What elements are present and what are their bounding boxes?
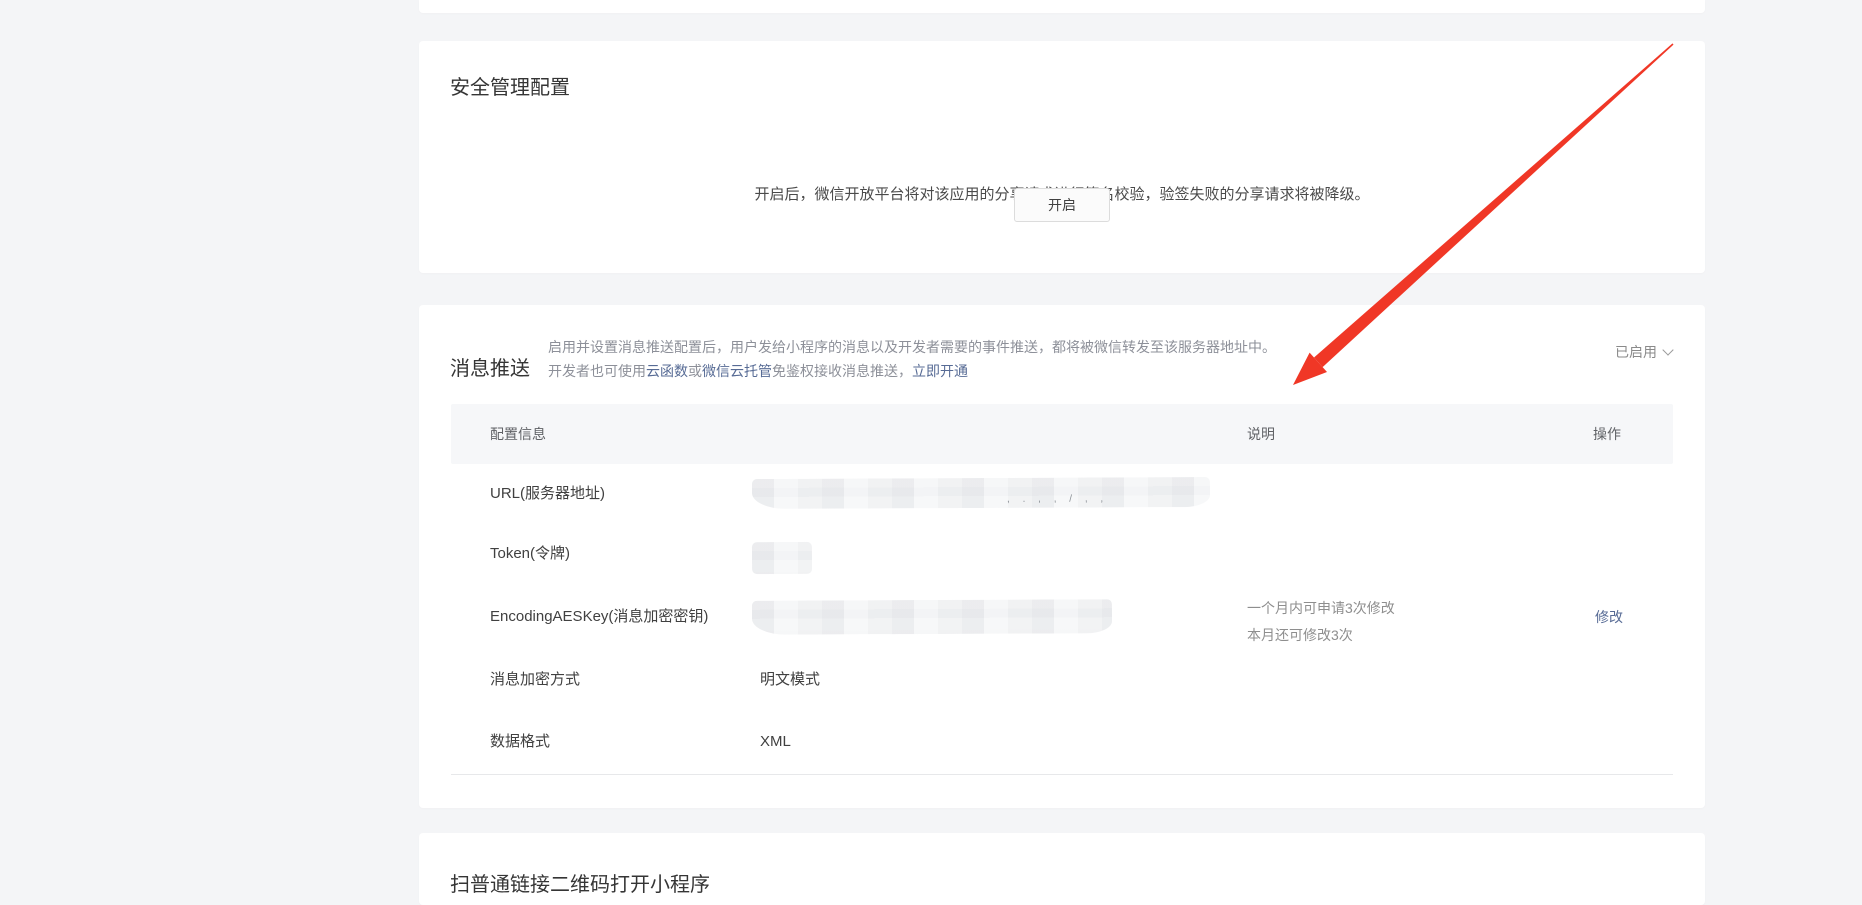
aeskey-redacted-value — [752, 599, 1112, 635]
url-redacted-value: , . , , / , , — [752, 477, 1210, 509]
qr-link-title: 扫普通链接二维码打开小程序 — [450, 871, 710, 899]
push-desc-line1: 启用并设置消息推送配置后，用户发给小程序的消息以及开发者需要的事件推送，都将被微… — [548, 335, 1276, 359]
security-config-card: 安全管理配置 开启后，微信开放平台将对该应用的分享请求进行签名校验，验签失败的分… — [419, 41, 1705, 273]
modify-link[interactable]: 修改 — [1595, 609, 1623, 625]
activate-now-link[interactable]: 立即开通 — [912, 363, 968, 379]
enable-button[interactable]: 开启 — [1014, 188, 1110, 222]
header-note: 说明 — [1247, 424, 1275, 444]
cloud-function-link[interactable]: 云函数 — [646, 363, 688, 379]
data-format-value: XML — [760, 732, 791, 752]
table-header-row: 配置信息 说明 操作 — [451, 404, 1673, 464]
table-bottom-divider — [451, 774, 1673, 775]
message-push-card: 消息推送 启用并设置消息推送配置后，用户发给小程序的消息以及开发者需要的事件推送… — [419, 305, 1705, 808]
aeskey-note-line2: 本月还可修改3次 — [1247, 622, 1395, 649]
push-desc-line1-text: 启用并设置消息推送配置后，用户发给小程序的消息以及开发者需要的事件推送，都将被微… — [548, 339, 1276, 355]
token-redacted-value — [752, 542, 812, 574]
aeskey-note: 一个月内可申请3次修改 本月还可修改3次 — [1247, 595, 1395, 649]
top-card-remnant — [419, 0, 1705, 13]
encryption-mode-value: 明文模式 — [760, 670, 820, 690]
status-dropdown[interactable]: 已启用 — [1615, 342, 1672, 362]
redaction-specks: , . , , / , , — [1007, 493, 1108, 504]
cloud-hosting-link[interactable]: 微信云托管 — [702, 363, 772, 379]
modify-row-container: 修改 — [1595, 607, 1623, 627]
status-label: 已启用 — [1615, 344, 1657, 360]
push-desc-or: 或 — [688, 363, 702, 379]
header-action: 操作 — [1593, 424, 1621, 444]
security-config-title: 安全管理配置 — [450, 74, 570, 102]
message-push-description: 启用并设置消息推送配置后，用户发给小程序的消息以及开发者需要的事件推送，都将被微… — [548, 335, 1276, 383]
data-format-label: 数据格式 — [490, 732, 550, 752]
header-config-info: 配置信息 — [490, 424, 546, 444]
encryption-mode-label: 消息加密方式 — [490, 670, 580, 690]
page: 安全管理配置 开启后，微信开放平台将对该应用的分享请求进行签名校验，验签失败的分… — [0, 0, 1862, 905]
push-desc-line2: 开发者也可使用云函数或微信云托管免鉴权接收消息推送，立即开通 — [548, 359, 1276, 383]
token-label: Token(令牌) — [490, 544, 570, 564]
message-push-title: 消息推送 — [450, 355, 530, 383]
push-desc-line2-prefix: 开发者也可使用 — [548, 363, 646, 379]
url-label: URL(服务器地址) — [490, 484, 605, 504]
aeskey-note-line1: 一个月内可申请3次修改 — [1247, 595, 1395, 622]
aeskey-label: EncodingAESKey(消息加密密钥) — [490, 607, 708, 627]
qr-link-card: 扫普通链接二维码打开小程序 — [419, 833, 1705, 905]
push-desc-line2-suffix: 免鉴权接收消息推送， — [772, 363, 912, 379]
chevron-down-icon — [1662, 344, 1673, 355]
